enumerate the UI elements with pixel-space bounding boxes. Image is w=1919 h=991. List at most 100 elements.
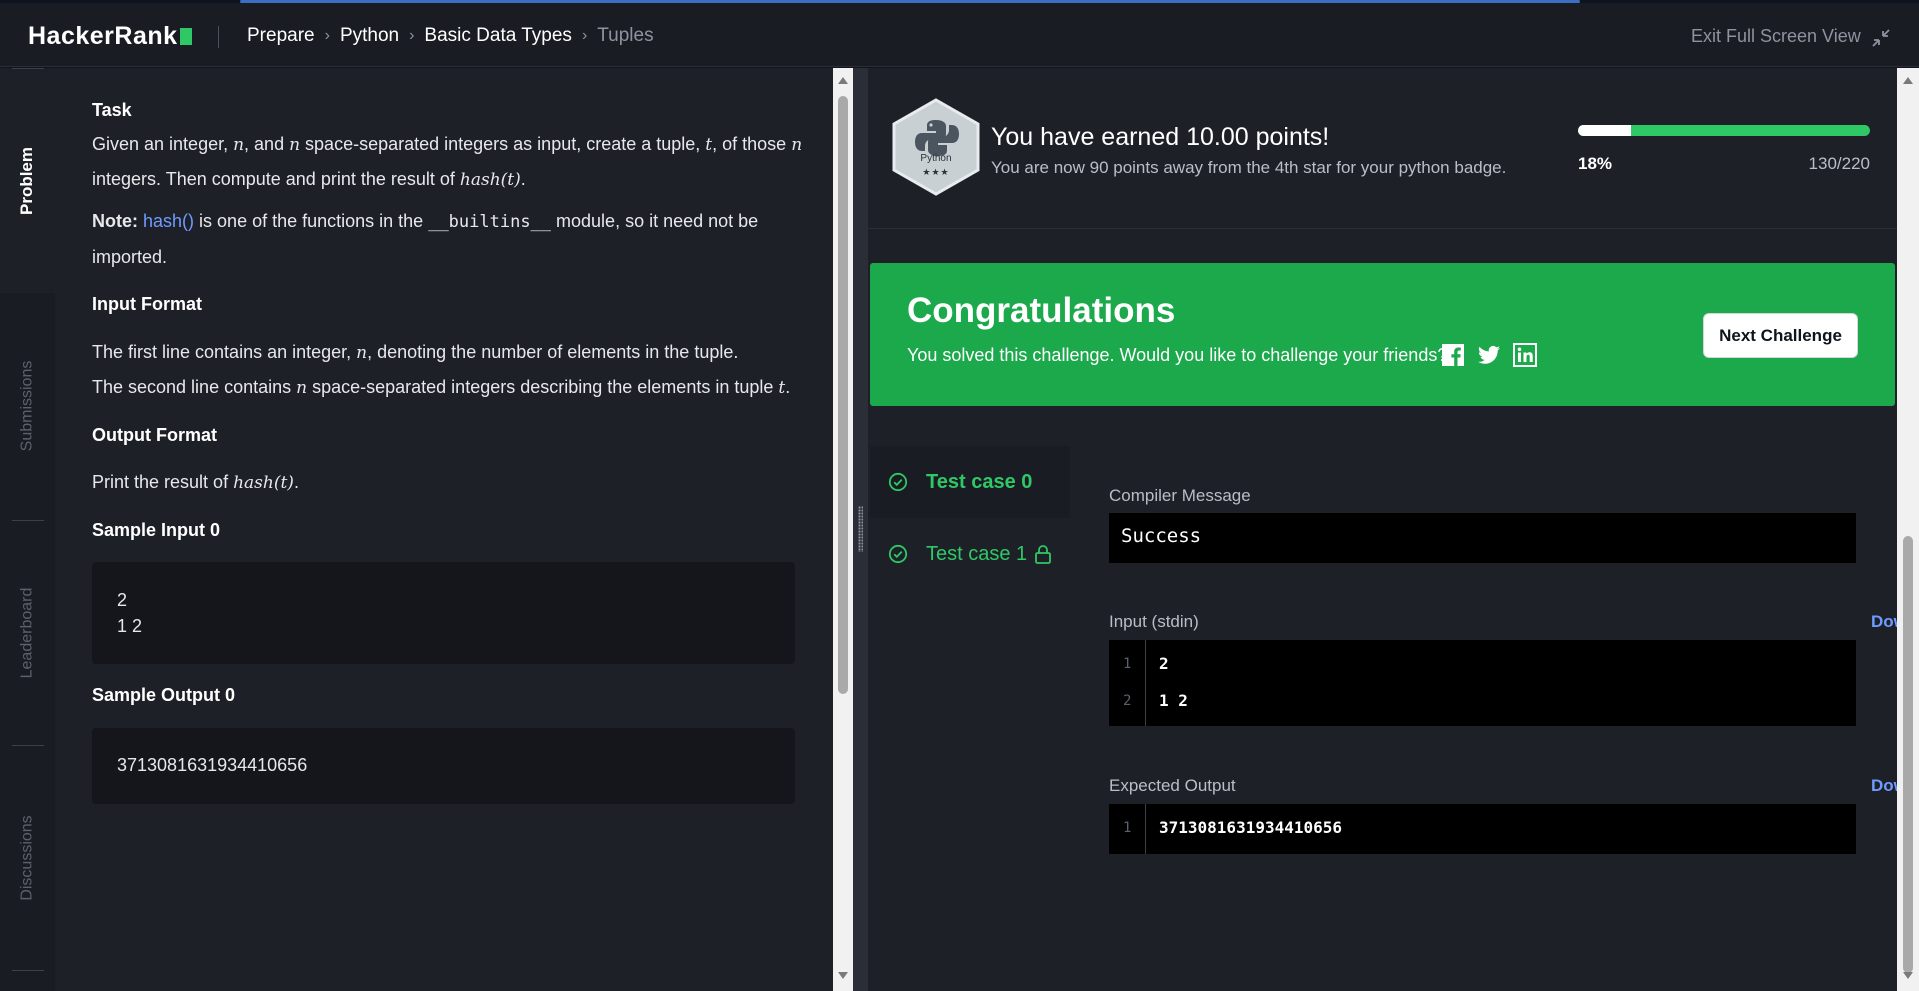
header-divider xyxy=(218,26,219,48)
hackerrank-logo[interactable]: HackerRank xyxy=(28,22,192,51)
congratulations-banner: Congratulations You solved this challeng… xyxy=(870,263,1895,406)
scrollbar-thumb[interactable] xyxy=(1903,536,1913,973)
check-circle-icon xyxy=(888,544,908,564)
task-line-1: Given an integer, n, and n space-separat… xyxy=(92,134,802,155)
test-case-1-tab[interactable]: Test case 1 xyxy=(870,518,1070,590)
output-format-line: Print the result of hash(t). xyxy=(92,472,299,493)
sample-input-line: 1 2 xyxy=(117,616,143,636)
task-heading: Task xyxy=(92,100,132,120)
hash-doc-link[interactable]: hash() xyxy=(143,211,194,231)
test-case-label: Test case 0 xyxy=(926,470,1033,493)
tab-problem-label: Problem xyxy=(17,146,37,215)
twitter-icon[interactable] xyxy=(1477,343,1501,367)
exit-fullscreen-link[interactable]: Exit Full Screen View xyxy=(1691,26,1861,47)
section-divider xyxy=(868,228,1897,229)
facebook-icon[interactable] xyxy=(1441,343,1465,367)
problem-scrollbar[interactable] xyxy=(833,68,853,991)
tab-submissions-label: Submissions xyxy=(18,360,36,451)
task-text: integers. Then compute and print the res… xyxy=(92,169,460,189)
tab-problem[interactable]: Problem xyxy=(0,68,55,293)
compiler-message-text: Success xyxy=(1121,525,1202,547)
line-number: 1 xyxy=(1123,820,1132,836)
scroll-down-arrow-icon[interactable] xyxy=(838,972,848,979)
breadcrumb-prepare[interactable]: Prepare xyxy=(247,25,315,47)
next-challenge-button[interactable]: Next Challenge xyxy=(1703,313,1858,358)
breadcrumb-python[interactable]: Python xyxy=(340,25,399,47)
pane-resize-handle[interactable] xyxy=(853,68,868,991)
builtins-code: __builtins__ xyxy=(428,212,552,232)
line-number: 2 xyxy=(1123,693,1132,709)
scroll-up-arrow-icon[interactable] xyxy=(838,77,848,84)
math-hash-t: hash(t) xyxy=(459,170,521,190)
congratulations-subtitle: You solved this challenge. Would you lik… xyxy=(907,345,1448,365)
chevron-right-icon: › xyxy=(324,27,330,44)
input-text: The first line contains an integer, xyxy=(92,342,357,362)
linkedin-icon[interactable] xyxy=(1513,343,1537,367)
input-stdin-label: Input (stdin) xyxy=(1109,612,1199,631)
input-format-heading: Input Format xyxy=(92,294,202,314)
input-text: The second line contains xyxy=(92,377,297,397)
results-scrollbar[interactable] xyxy=(1897,68,1919,991)
task-text: , of those xyxy=(712,134,792,154)
task-text: , and xyxy=(244,134,290,154)
chevron-right-icon: › xyxy=(409,27,415,44)
breadcrumb: Prepare › Python › Basic Data Types › Tu… xyxy=(247,25,654,47)
tab-discussions[interactable]: Discussions xyxy=(0,745,55,970)
math-hash-t: hash(t) xyxy=(233,473,294,493)
input-format-line-2: The second line contains n space-separat… xyxy=(92,377,790,398)
badge-progress-bar xyxy=(1578,125,1870,136)
note-text: module, so it need not be xyxy=(551,211,759,231)
congratulations-title: Congratulations xyxy=(907,291,1176,330)
test-case-label: Test case 1 xyxy=(926,542,1028,565)
sample-output-line: 3713081631934410656 xyxy=(117,755,308,775)
tab-divider xyxy=(12,68,44,69)
note-label: Note: xyxy=(92,211,138,231)
math-n: n xyxy=(296,378,308,398)
compiler-message-label: Compiler Message xyxy=(1109,486,1251,505)
logo-square-icon xyxy=(179,28,192,45)
results-pane: Python ★★★ You have earned 10.00 points!… xyxy=(868,68,1919,991)
tab-leaderboard[interactable]: Leaderboard xyxy=(0,520,55,745)
side-tab-bar: Problem Submissions Leaderboard Discussi… xyxy=(0,68,55,991)
tab-submissions[interactable]: Submissions xyxy=(0,293,55,518)
input-text: , denoting the number of elements in the… xyxy=(367,342,739,362)
line-number-gutter xyxy=(1109,640,1146,726)
scroll-up-arrow-icon[interactable] xyxy=(1903,77,1913,84)
output-text: . xyxy=(293,472,299,492)
breadcrumb-tuples: Tuples xyxy=(597,25,654,46)
expected-output-label: Expected Output xyxy=(1109,776,1236,795)
chevron-right-icon: › xyxy=(581,27,588,44)
scrollbar-thumb[interactable] xyxy=(838,96,848,694)
progress-percent: 18% xyxy=(1578,154,1613,173)
input-text: space-separated integers describing the … xyxy=(307,377,779,397)
exit-fullscreen-icon[interactable] xyxy=(1870,27,1892,49)
math-n: n xyxy=(233,135,245,155)
points-away-text: You are now 90 points away from the 4th … xyxy=(991,158,1507,177)
line-number: 1 xyxy=(1123,656,1132,672)
input-text: . xyxy=(785,377,791,397)
math-n: n xyxy=(356,343,368,363)
sample-output-box: 3713081631934410656 xyxy=(92,728,795,804)
drag-grip-icon[interactable] xyxy=(858,506,863,552)
math-n: n xyxy=(791,135,803,155)
expected-output-line: 3713081631934410656 xyxy=(1159,818,1343,837)
sample-output-heading: Sample Output 0 xyxy=(92,685,236,705)
task-text: space-separated integers as input, creat… xyxy=(300,134,706,154)
expected-output-box: 1 3713081631934410656 xyxy=(1109,804,1856,854)
tab-leaderboard-label: Leaderboard xyxy=(18,587,36,678)
badge-progress-fill xyxy=(1578,125,1631,136)
input-format-line-1: The first line contains an integer, n, d… xyxy=(92,342,738,363)
test-case-0-tab[interactable]: Test case 0 xyxy=(870,446,1070,518)
sample-input-heading: Sample Input 0 xyxy=(92,520,221,540)
note-text: is one of the functions in the xyxy=(194,211,429,231)
scroll-down-arrow-icon[interactable] xyxy=(1903,972,1913,979)
output-format-heading: Output Format xyxy=(92,425,217,445)
task-text: Given an integer, xyxy=(92,134,234,154)
problem-pane: Task Given an integer, n, and n space-se… xyxy=(55,68,833,991)
tab-discussions-label: Discussions xyxy=(18,814,36,901)
note-line-2: imported. xyxy=(92,247,168,267)
lock-icon xyxy=(1035,545,1051,564)
input-stdin-box: 1 2 2 1 2 xyxy=(1109,640,1856,726)
points-earned-text: You have earned 10.00 points! xyxy=(991,123,1330,151)
breadcrumb-basic-data-types[interactable]: Basic Data Types xyxy=(424,25,572,47)
